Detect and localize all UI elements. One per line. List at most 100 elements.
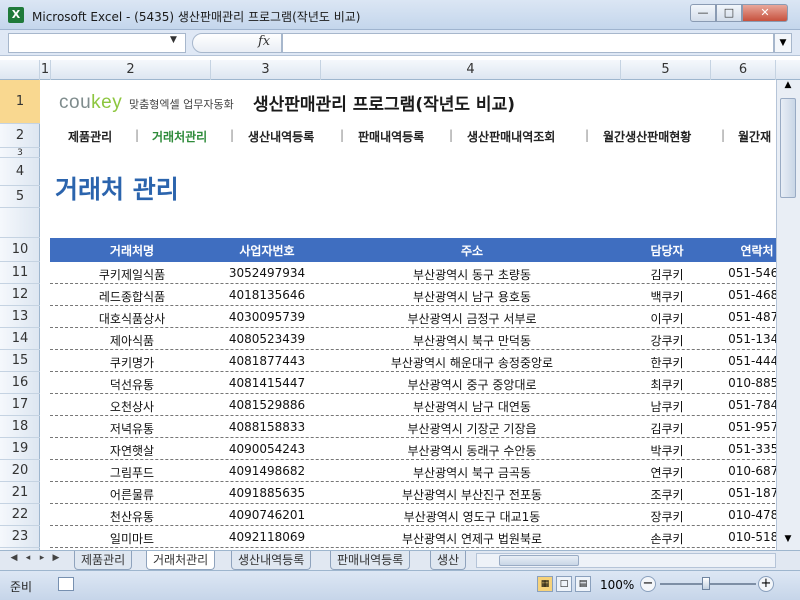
cell-manager[interactable]: 남쿠키: [622, 398, 712, 415]
page-break-view-icon[interactable]: ▤: [575, 576, 591, 592]
table-row[interactable]: 천산유통4090746201부산광역시 영도구 대교1동장쿠키010-4787: [50, 504, 776, 526]
cell-contact[interactable]: 010-8854: [712, 376, 776, 390]
cell-client-name[interactable]: 쿠키제일식품: [52, 266, 212, 283]
cell-client-name[interactable]: 쿠키명가: [52, 354, 212, 371]
row-header[interactable]: 20: [0, 460, 40, 482]
cell-manager[interactable]: 한쿠키: [622, 354, 712, 371]
cell-client-name[interactable]: 덕선유통: [52, 376, 212, 393]
cell-business-number[interactable]: 4081529886: [212, 398, 322, 412]
row-header[interactable]: [0, 208, 40, 238]
cell-business-number[interactable]: 4091885635: [212, 486, 322, 500]
nav-product-management[interactable]: 제품관리: [68, 128, 112, 145]
cell-business-number[interactable]: 3052497934: [212, 266, 322, 280]
zoom-slider-thumb[interactable]: [702, 577, 710, 590]
table-row[interactable]: 저녁유통4088158833부산광역시 기장군 기장읍김쿠키051-9574: [50, 416, 776, 438]
cell-client-name[interactable]: 오천상사: [52, 398, 212, 415]
cell-manager[interactable]: 최쿠키: [622, 376, 712, 393]
cell-address[interactable]: 부산광역시 동구 초량동: [322, 266, 622, 283]
last-sheet-icon[interactable]: ▶: [50, 553, 62, 563]
sheet-tab-production-entry[interactable]: 생산내역등록: [231, 551, 312, 570]
cell-address[interactable]: 부산광역시 북구 만덕동: [322, 332, 622, 349]
excel-app-icon[interactable]: X: [8, 7, 24, 23]
cell-client-name[interactable]: 레드종합식품: [52, 288, 212, 305]
horizontal-scroll-thumb[interactable]: [499, 555, 579, 566]
row-header[interactable]: 18: [0, 416, 40, 438]
cell-business-number[interactable]: 4090746201: [212, 508, 322, 522]
zoom-level[interactable]: 100%: [600, 578, 634, 592]
cell-business-number[interactable]: 4081415447: [212, 376, 322, 390]
cell-address[interactable]: 부산광역시 해운대구 송정중앙로: [322, 354, 622, 371]
nav-production-sales-query[interactable]: 생산판매내역조회: [467, 128, 555, 145]
cell-client-name[interactable]: 제아식품: [52, 332, 212, 349]
table-row[interactable]: 오천상사4081529886부산광역시 남구 대연동남쿠키051-7845: [50, 394, 776, 416]
next-sheet-icon[interactable]: ▸: [36, 553, 48, 563]
row-header[interactable]: 10: [0, 238, 40, 262]
scroll-down-arrow-icon[interactable]: ▼: [779, 534, 797, 550]
row-header[interactable]: 1: [0, 80, 40, 124]
cell-client-name[interactable]: 그림푸드: [52, 464, 212, 481]
sheet-tab-clients[interactable]: 거래처관리: [146, 551, 216, 570]
cell-client-name[interactable]: 저녁유통: [52, 420, 212, 437]
table-row[interactable]: 그림푸드4091498682부산광역시 북구 금곡동연쿠키010-6874: [50, 460, 776, 482]
expand-formula-bar-button[interactable]: ▼: [774, 33, 792, 53]
cell-client-name[interactable]: 대호식품상사: [52, 310, 212, 327]
cell-business-number[interactable]: 4091498682: [212, 464, 322, 478]
cell-client-name[interactable]: 어른물류: [52, 486, 212, 503]
cell-address[interactable]: 부산광역시 금정구 서부로: [322, 310, 622, 327]
cell-address[interactable]: 부산광역시 북구 금곡동: [322, 464, 622, 481]
table-row[interactable]: 대호식품상사4030095739부산광역시 금정구 서부로이쿠키051-4875: [50, 306, 776, 328]
nav-monthly-inventory[interactable]: 월간재: [738, 128, 771, 145]
table-row[interactable]: 레드종합식품4018135646부산광역시 남구 용호동백쿠키051-4684: [50, 284, 776, 306]
cell-client-name[interactable]: 자연햇살: [52, 442, 212, 459]
cell-manager[interactable]: 이쿠키: [622, 310, 712, 327]
cell-client-name[interactable]: 천산유통: [52, 508, 212, 525]
row-header[interactable]: 5: [0, 186, 40, 208]
cell-business-number[interactable]: 4092118069: [212, 530, 322, 544]
cell-contact[interactable]: 051-5468: [712, 266, 776, 280]
cell-address[interactable]: 부산광역시 부산진구 전포동: [322, 486, 622, 503]
cell-contact[interactable]: 051-4875: [712, 310, 776, 324]
vertical-scroll-thumb[interactable]: [780, 98, 796, 198]
page-layout-view-icon[interactable]: □: [556, 576, 572, 592]
cell-address[interactable]: 부산광역시 동래구 수안동: [322, 442, 622, 459]
horizontal-scrollbar[interactable]: [476, 553, 776, 568]
cell-contact[interactable]: 010-6874: [712, 464, 776, 478]
cell-manager[interactable]: 백쿠키: [622, 288, 712, 305]
prev-sheet-icon[interactable]: ◂: [22, 553, 34, 563]
cell-address[interactable]: 부산광역시 연제구 법원북로: [322, 530, 622, 547]
zoom-out-icon[interactable]: −: [640, 576, 656, 592]
cell-manager[interactable]: 조쿠키: [622, 486, 712, 503]
cell-manager[interactable]: 장쿠키: [622, 508, 712, 525]
zoom-in-icon[interactable]: +: [758, 576, 774, 592]
worksheet-grid[interactable]: coukey 맞춤형엑셀 업무자동화 생산판매관리 프로그램(작년도 비교) 제…: [41, 80, 776, 550]
nav-sales-entry[interactable]: 판매내역등록: [358, 128, 424, 145]
row-header[interactable]: 14: [0, 328, 40, 350]
table-row[interactable]: 일미마트4092118069부산광역시 연제구 법원북로손쿠키010-5187: [50, 526, 776, 548]
cell-business-number[interactable]: 4018135646: [212, 288, 322, 302]
insert-function-icon[interactable]: fx: [258, 34, 270, 49]
cell-contact[interactable]: 051-4448: [712, 354, 776, 368]
scroll-up-arrow-icon[interactable]: ▲: [779, 80, 797, 96]
table-row[interactable]: 제아식품4080523439부산광역시 북구 만덕동강쿠키051-1345: [50, 328, 776, 350]
close-button[interactable]: ✕: [742, 4, 788, 22]
cell-manager[interactable]: 손쿠키: [622, 530, 712, 547]
formula-input[interactable]: [282, 33, 774, 53]
select-all-corner[interactable]: [0, 60, 40, 80]
row-header[interactable]: 13: [0, 306, 40, 328]
row-header[interactable]: 16: [0, 372, 40, 394]
cell-business-number[interactable]: 4030095739: [212, 310, 322, 324]
column-header[interactable]: 5: [621, 60, 711, 80]
cell-contact[interactable]: 051-1345: [712, 332, 776, 346]
cell-contact[interactable]: 010-4787: [712, 508, 776, 522]
table-row[interactable]: 쿠키명가 4081877443 부산광역시 해운대구 송정중앙로 한쿠키 051-444…: [50, 350, 776, 372]
column-header[interactable]: 6: [711, 60, 776, 80]
maximize-button[interactable]: □: [716, 4, 742, 22]
row-header[interactable]: 23: [0, 526, 40, 548]
nav-monthly-status[interactable]: 월간생산판매현황: [603, 128, 691, 145]
cell-manager[interactable]: 김쿠키: [622, 420, 712, 437]
cell-client-name[interactable]: 일미마트: [52, 530, 212, 547]
chevron-down-icon[interactable]: ▼: [170, 35, 177, 45]
cell-business-number[interactable]: 4080523439: [212, 332, 322, 346]
cell-manager[interactable]: 박쿠키: [622, 442, 712, 459]
cell-contact[interactable]: 051-3354: [712, 442, 776, 456]
